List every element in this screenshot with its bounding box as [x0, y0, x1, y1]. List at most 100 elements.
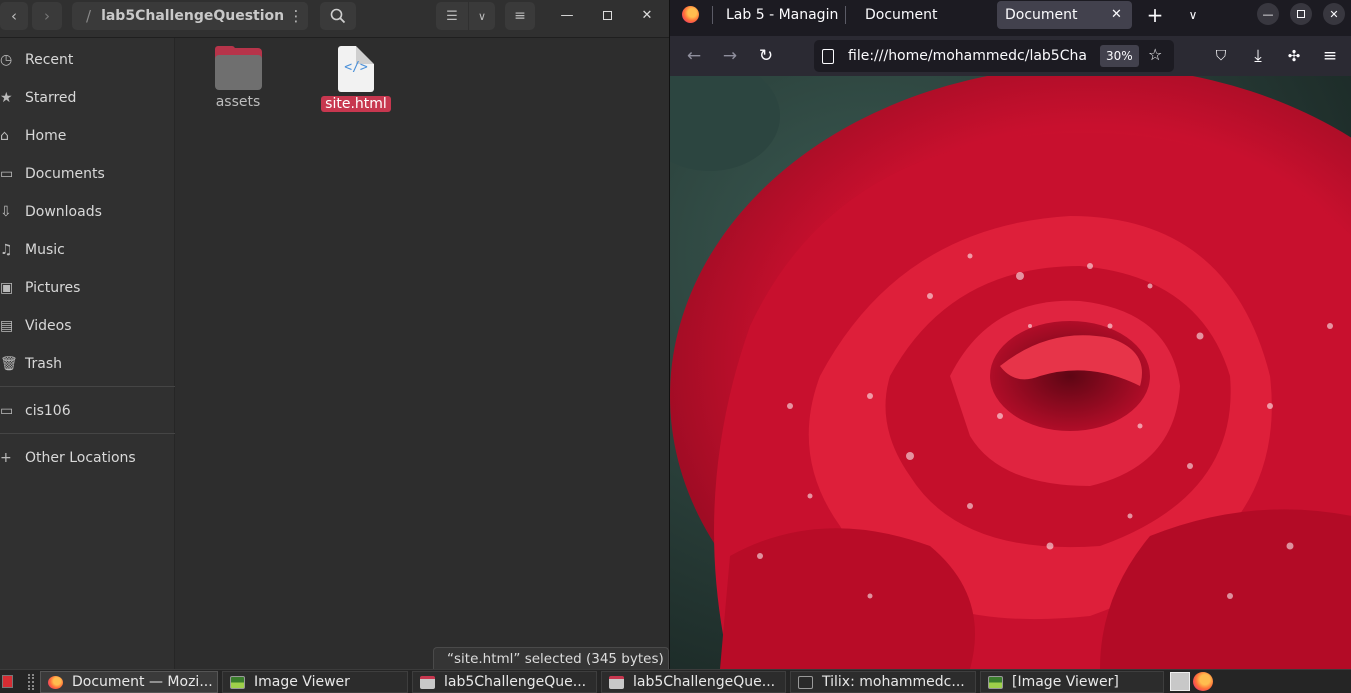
video-icon: ▤ — [0, 318, 14, 334]
browser-maximize-button[interactable] — [1290, 3, 1312, 25]
back-button[interactable]: ← — [682, 44, 706, 68]
pocket-button[interactable]: ⛉ — [1209, 44, 1233, 68]
list-all-tabs-button[interactable]: ∨ — [1182, 4, 1204, 26]
new-tab-button[interactable]: + — [1144, 3, 1166, 27]
forward-button[interactable]: → — [718, 44, 742, 68]
minimize-icon: — — [1262, 7, 1274, 21]
download-icon: ⤓ — [1254, 46, 1262, 66]
hamburger-icon: ≡ — [514, 8, 526, 24]
star-icon: ★ — [0, 90, 13, 106]
task-firefox-document[interactable]: Document — Mozi... — [40, 671, 218, 693]
bookmark-star-icon[interactable]: ☆ — [1148, 45, 1162, 64]
path-separator: / — [86, 7, 92, 25]
tab-document-active[interactable]: Document ✕ — [997, 1, 1132, 29]
file-manager-headerbar: ‹ › / lab5ChallengeQuestion ⋮ ☰ ∨ ≡ — ✕ — [0, 0, 669, 38]
file-item-assets[interactable]: assets — [193, 46, 283, 110]
task-tilix[interactable]: Tilix: mohammedc... — [790, 671, 976, 693]
view-options-button[interactable]: ∨ — [469, 2, 495, 30]
zoom-level-badge[interactable]: 30% — [1100, 45, 1139, 67]
workspace-switcher-icon[interactable] — [1170, 672, 1190, 691]
task-image-viewer-2[interactable]: [Image Viewer] — [980, 671, 1164, 693]
tab-close-icon[interactable]: ✕ — [1111, 7, 1122, 22]
task-image-viewer[interactable]: Image Viewer — [222, 671, 408, 693]
browser-close-button[interactable]: ✕ — [1323, 3, 1345, 25]
maximize-button[interactable] — [594, 4, 620, 26]
search-icon — [330, 8, 346, 24]
sidebar-item-downloads[interactable]: ⇩ Downloads — [0, 197, 175, 227]
tab-separator — [845, 6, 846, 24]
tab-bar: Lab 5 - Managing Document Document ✕ + ∨… — [670, 0, 1351, 30]
sidebar-item-cis106[interactable]: ▭ cis106 — [0, 396, 175, 426]
reload-button[interactable]: ↻ — [754, 44, 778, 68]
url-text[interactable]: file:///home/mohammedc/lab5Cha — [848, 48, 1093, 64]
close-icon: ✕ — [1329, 7, 1339, 21]
sidebar-item-pictures[interactable]: ▣ Pictures — [0, 273, 175, 303]
document-icon: ▭ — [0, 166, 14, 182]
file-item-site-html[interactable]: </> site.html — [311, 46, 401, 112]
current-folder-label[interactable]: lab5ChallengeQuestion — [101, 8, 284, 24]
sidebar-item-documents[interactable]: ▭ Documents — [0, 159, 175, 189]
path-menu-button[interactable]: ⋮ — [284, 2, 308, 30]
maximize-icon — [1297, 10, 1305, 18]
task-file-manager-1[interactable]: lab5ChallengeQue... — [412, 671, 597, 693]
reload-icon: ↻ — [758, 46, 774, 66]
navigation-toolbar: ← → ↻ file:///home/mohammedc/lab5Cha 30%… — [670, 36, 1351, 76]
folder-icon — [214, 46, 262, 90]
home-icon: ⌂ — [0, 128, 9, 144]
task-file-manager-2[interactable]: lab5ChallengeQue... — [601, 671, 786, 693]
arrow-right-icon: → — [722, 46, 738, 66]
sidebar-item-recent[interactable]: ◷ Recent — [0, 45, 175, 75]
sidebar-item-starred[interactable]: ★ Starred — [0, 83, 175, 113]
selection-status: “site.html” selected (345 bytes) — [433, 647, 669, 669]
image-viewer-icon — [230, 675, 245, 689]
hamburger-icon: ≡ — [1322, 46, 1338, 66]
image-viewer-icon — [988, 675, 1003, 689]
app-menu-button[interactable]: ≡ — [1318, 44, 1342, 68]
sidebar-item-trash[interactable]: 🗑︎ Trash — [0, 349, 175, 379]
url-bar[interactable]: file:///home/mohammedc/lab5Cha 30% ☆ — [814, 40, 1174, 72]
maximize-icon — [602, 10, 612, 20]
firefox-icon[interactable] — [682, 6, 699, 23]
tab-document-1[interactable]: Document — [865, 0, 975, 30]
sidebar-item-other-locations[interactable]: + Other Locations — [0, 443, 175, 473]
browser-minimize-button[interactable]: — — [1257, 3, 1279, 25]
extensions-button[interactable]: ✣ — [1282, 44, 1306, 68]
close-icon: ✕ — [641, 7, 653, 23]
kebab-menu-icon: ⋮ — [288, 7, 304, 25]
sidebar-item-music[interactable]: ♫ Music — [0, 235, 175, 265]
clock-icon: ◷ — [0, 52, 13, 68]
forward-button[interactable]: › — [32, 2, 62, 30]
taskbar-grip[interactable] — [28, 674, 34, 690]
list-view-icon: ☰ — [446, 8, 458, 24]
show-desktop-button[interactable] — [2, 675, 13, 688]
plus-icon: + — [1146, 3, 1164, 27]
page-icon — [822, 48, 834, 64]
page-content[interactable] — [670, 76, 1351, 669]
downloads-button[interactable]: ⤓ — [1246, 44, 1270, 68]
file-name-selected: site.html — [321, 96, 391, 112]
sidebar-item-videos[interactable]: ▤ Videos — [0, 311, 175, 341]
back-button[interactable]: ‹ — [0, 2, 28, 30]
tab-lab5[interactable]: Lab 5 - Managing — [726, 0, 838, 30]
firefox-tray-icon[interactable] — [1193, 672, 1213, 691]
file-manager-window: ‹ › / lab5ChallengeQuestion ⋮ ☰ ∨ ≡ — ✕ … — [0, 0, 669, 669]
file-name: assets — [215, 94, 261, 110]
firefox-window: Lab 5 - Managing Document Document ✕ + ∨… — [669, 0, 1351, 669]
search-button[interactable] — [320, 2, 356, 30]
taskbar: Document — Mozi... Image Viewer lab5Chal… — [0, 669, 1351, 693]
file-manager-icon — [609, 675, 624, 689]
close-button[interactable]: ✕ — [634, 4, 660, 26]
pocket-icon: ⛉ — [1215, 48, 1227, 64]
sidebar-item-home[interactable]: ⌂ Home — [0, 121, 175, 151]
tab-separator — [712, 6, 713, 24]
sidebar-divider — [0, 433, 175, 434]
download-icon: ⇩ — [0, 204, 12, 220]
chevron-down-icon: ∨ — [477, 9, 487, 23]
main-menu-button[interactable]: ≡ — [505, 2, 535, 30]
view-list-button[interactable]: ☰ — [436, 2, 468, 30]
minimize-button[interactable]: — — [554, 4, 580, 26]
chevron-right-icon: › — [44, 7, 50, 25]
path-bar[interactable]: / lab5ChallengeQuestion — [72, 2, 308, 30]
file-manager-icon — [420, 675, 435, 689]
puzzle-icon: ✣ — [1287, 47, 1301, 65]
